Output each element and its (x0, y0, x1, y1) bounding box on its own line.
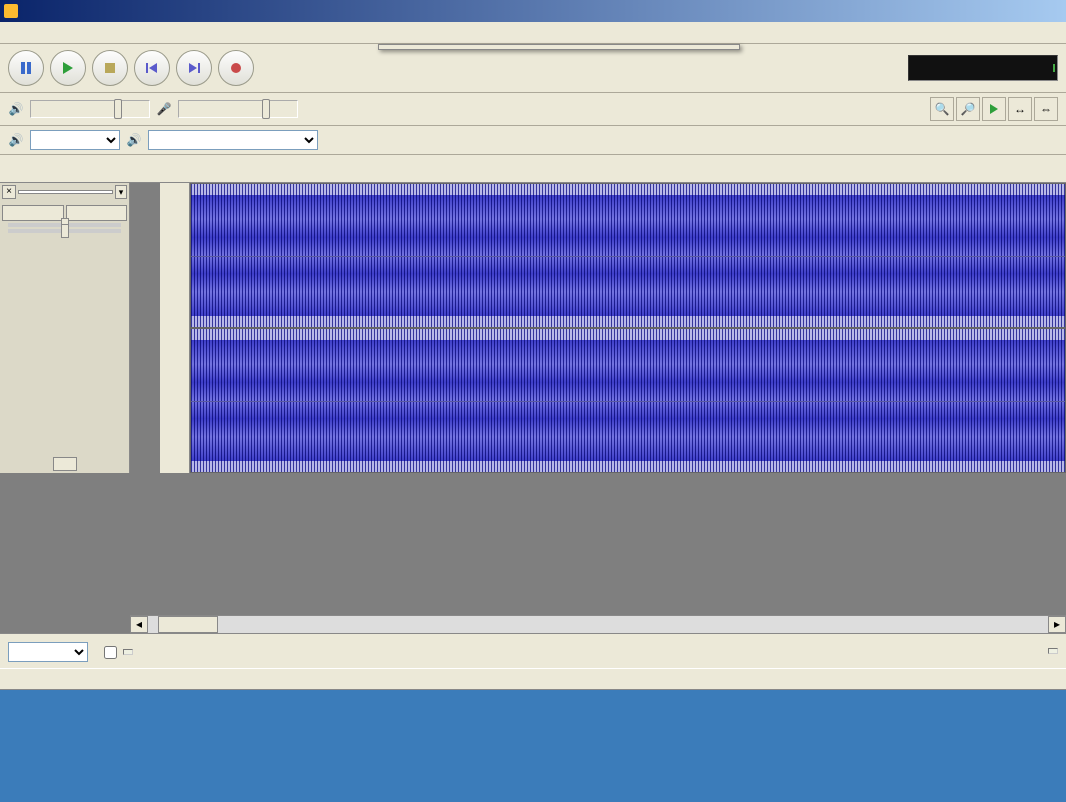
project-rate-select[interactable] (8, 642, 88, 662)
app-window: 🔊 🎤 🔍 🔎 ↔ ⇔ 🔊 🔊 × ▾ (0, 0, 1066, 690)
mute-button[interactable] (2, 205, 64, 221)
toolbar-device: 🔊 🔊 (0, 126, 1066, 155)
horizontal-scrollbar[interactable]: ◂ ▸ (130, 615, 1066, 633)
track-close-button[interactable]: × (2, 185, 16, 199)
waveform-wrap (160, 183, 1066, 473)
selection-bar (0, 633, 1066, 668)
output-volume-slider[interactable] (30, 100, 150, 118)
play-green-button[interactable] (982, 97, 1006, 121)
snap-to-checkbox[interactable] (104, 646, 117, 659)
waveform-channels[interactable] (190, 183, 1066, 473)
input-volume-icon: 🎤 (156, 101, 172, 117)
track-menu-dropdown[interactable]: ▾ (115, 185, 127, 199)
selection-start-time[interactable] (123, 649, 133, 655)
solo-button[interactable] (66, 205, 128, 221)
track: × ▾ (0, 183, 1066, 473)
effects-menu-dropdown[interactable] (378, 44, 740, 50)
amplitude-scale-left (160, 183, 190, 473)
record-device-icon: 🔊 (126, 132, 142, 148)
zoom-out-button[interactable]: 🔎 (956, 97, 980, 121)
status-bar (0, 668, 1066, 690)
scrollbar-track[interactable] (148, 616, 1048, 633)
duration-unit[interactable] (1048, 648, 1058, 654)
pause-button[interactable] (8, 50, 44, 86)
track-header: × ▾ (0, 183, 130, 473)
stop-button[interactable] (92, 50, 128, 86)
audio-host-icon: 🔊 (8, 132, 24, 148)
zoom-in-button[interactable]: 🔍 (930, 97, 954, 121)
tracks-area: × ▾ (0, 183, 1066, 633)
app-icon (4, 4, 18, 18)
track-name[interactable] (18, 190, 113, 194)
toolbar-main (0, 44, 1066, 93)
input-volume-slider[interactable] (178, 100, 298, 118)
titlebar (0, 0, 1066, 22)
scrollbar-thumb[interactable] (158, 616, 218, 633)
transport-controls (8, 50, 254, 86)
record-button[interactable] (218, 50, 254, 86)
scroll-left-button[interactable]: ◂ (130, 616, 148, 633)
timeline-ruler[interactable] (0, 155, 1066, 183)
toolbar-secondary: 🔊 🎤 🔍 🔎 ↔ ⇔ (0, 93, 1066, 126)
skip-start-button[interactable] (134, 50, 170, 86)
collapse-button[interactable] (53, 457, 77, 471)
audio-host-select[interactable] (30, 130, 120, 150)
playback-meter[interactable] (908, 55, 1058, 81)
waveform-left-channel[interactable] (190, 183, 1066, 328)
fit-project-button[interactable]: ⇔ (1034, 97, 1058, 121)
waveform-right-channel[interactable] (190, 328, 1066, 473)
fit-selection-button[interactable]: ↔ (1008, 97, 1032, 121)
skip-end-button[interactable] (176, 50, 212, 86)
scroll-right-button[interactable]: ▸ (1048, 616, 1066, 633)
output-volume-icon: 🔊 (8, 101, 24, 117)
input-device-select[interactable] (148, 130, 318, 150)
menubar[interactable] (0, 22, 1066, 44)
zoom-tools: 🔍 🔎 ↔ ⇔ (930, 97, 1058, 121)
pan-slider[interactable] (2, 229, 127, 233)
play-button[interactable] (50, 50, 86, 86)
